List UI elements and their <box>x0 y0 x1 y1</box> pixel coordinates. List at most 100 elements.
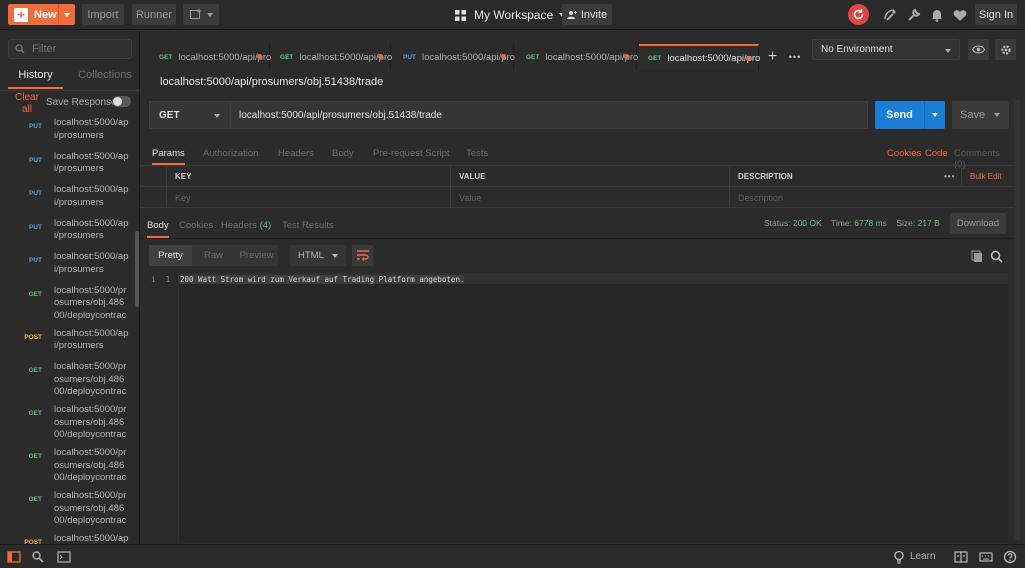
tab-options-button[interactable]: ••• <box>786 45 804 69</box>
code-link[interactable]: Code <box>925 148 948 159</box>
history-item-method: GET <box>28 410 42 417</box>
request-tab[interactable]: GET localhost:5000/api/pro <box>150 44 271 70</box>
keyboard-shortcuts-button[interactable] <box>979 550 993 564</box>
history-item[interactable]: GET localhost:5000/pr osumers/obj.486 00/… <box>0 403 134 446</box>
method-select[interactable]: GET <box>149 101 231 129</box>
tab-authorization[interactable]: Authorization <box>203 148 258 159</box>
tab-pre-request-script[interactable]: Pre-request Script <box>373 148 450 159</box>
status-value[interactable]: 200 OK <box>793 218 822 228</box>
history-item[interactable]: PUT localhost:5000/ap i/prosumers <box>0 150 134 184</box>
history-item-method: PUT <box>29 257 42 264</box>
two-pane-view-button[interactable] <box>954 550 968 564</box>
sidebar-icon <box>7 551 21 563</box>
settings-wrench-button[interactable] <box>906 7 922 23</box>
bulk-edit-link[interactable]: Bulk Edit <box>961 166 1016 187</box>
history-item[interactable]: GET localhost:5000/pr osumers/obj.486 00/… <box>0 489 134 532</box>
sidebar-scrollbar[interactable] <box>135 231 139 307</box>
filter-field[interactable] <box>8 39 132 59</box>
help-button[interactable] <box>1003 550 1017 564</box>
time-value[interactable]: 6778 ms <box>854 218 887 228</box>
history-item-method: PUT <box>29 223 42 231</box>
key-input[interactable]: Key <box>166 187 450 208</box>
search-response-button[interactable] <box>990 250 1003 263</box>
environment-quick-look-button[interactable] <box>968 39 989 60</box>
invite-button[interactable]: Invite <box>562 4 612 25</box>
workspace-switcher[interactable]: My Workspace <box>455 7 566 23</box>
import-button[interactable]: Import <box>82 4 124 25</box>
toggle-sidebar-button[interactable] <box>7 550 21 564</box>
console-button[interactable] <box>57 550 71 564</box>
tab-response-cookies[interactable]: Cookies <box>179 220 213 231</box>
bootcamp-button[interactable] <box>892 550 906 564</box>
tab-params[interactable]: Params <box>152 148 185 165</box>
environment-select[interactable]: No Environment <box>812 39 960 60</box>
learn-label[interactable]: Learn <box>910 551 936 562</box>
history-item[interactable]: GET localhost:5000/pr osumers/obj.486 00/… <box>0 446 134 489</box>
history-item[interactable]: PUT localhost:5000/ap i/prosumers <box>0 217 134 251</box>
tab-headers[interactable]: Headers <box>278 148 314 159</box>
history-item[interactable]: GET localhost:5000/pr osumers/obj.486 00/… <box>0 360 134 403</box>
request-tab[interactable]: GET localhost:5000/api/pro <box>639 44 760 70</box>
main-scrollbar[interactable] <box>1014 100 1020 540</box>
history-item[interactable]: PUT localhost:5000/ap i/prosumers <box>0 183 134 217</box>
history-item-url: localhost:5000/pr osumers/obj.486 00/dep… <box>54 490 127 526</box>
favorites-button[interactable] <box>952 7 968 23</box>
value-input[interactable]: Value <box>450 187 729 208</box>
send-button[interactable]: Send <box>875 101 945 129</box>
send-dropdown-toggle[interactable] <box>924 101 945 129</box>
cookies-link[interactable]: Cookies <box>887 148 921 159</box>
history-item-method: PUT <box>29 156 42 164</box>
find-replace-button[interactable] <box>31 550 45 564</box>
history-item[interactable]: POST localhost:5000/ap i/prosumers <box>0 327 134 361</box>
manage-environments-button[interactable] <box>995 39 1016 60</box>
sync-icon <box>853 9 864 20</box>
tab-body[interactable]: Body <box>332 148 354 159</box>
size-value[interactable]: 217 B <box>918 218 940 228</box>
toggle-knob <box>113 97 122 106</box>
new-button[interactable]: + New <box>8 4 75 25</box>
sync-button[interactable] <box>848 4 869 25</box>
save-responses-toggle[interactable] <box>112 96 131 107</box>
copy-button[interactable] <box>971 250 984 263</box>
notifications-button[interactable] <box>929 7 945 23</box>
response-view-switcher: Pretty Raw Preview <box>149 245 278 266</box>
lightbulb-icon <box>894 550 904 564</box>
tab-collections[interactable]: Collections <box>74 67 136 89</box>
request-tab[interactable]: GET localhost:5000/api/pro <box>271 44 392 70</box>
satellite-button[interactable] <box>882 7 898 23</box>
tab-tests[interactable]: Tests <box>466 148 488 159</box>
response-body-editor[interactable]: i 1 200 Watt Strom wird zum Verkauf auf … <box>150 273 1008 543</box>
params-more-button[interactable]: ••• <box>936 166 961 187</box>
tab-response-headers[interactable]: Headers (4) <box>221 220 271 231</box>
filter-input[interactable] <box>32 43 127 55</box>
new-tab-button[interactable]: + <box>762 45 783 69</box>
history-item[interactable]: PUT localhost:5000/ap i/prosumers <box>0 250 134 284</box>
sign-in-button[interactable]: Sign In <box>975 4 1017 25</box>
method-label: GET <box>159 109 180 121</box>
tab-history[interactable]: History <box>8 67 63 89</box>
clear-all-button[interactable]: Clear all <box>10 92 44 116</box>
description-input[interactable]: Description <box>729 187 1016 208</box>
save-button[interactable]: Save <box>952 101 1009 129</box>
wrap-lines-button[interactable] <box>352 245 373 266</box>
params-input-row: Key Value Description <box>141 187 1016 208</box>
tab-test-results[interactable]: Test Results <box>282 220 334 231</box>
tab-response-body[interactable]: Body <box>147 220 169 238</box>
editor-gutter: i 1 <box>150 273 179 543</box>
new-window-button[interactable] <box>183 4 219 25</box>
new-dropdown-toggle[interactable] <box>58 4 75 25</box>
format-select[interactable]: HTML <box>290 245 346 266</box>
history-item[interactable]: POST localhost:5000/ap i/prosumers <box>0 532 134 544</box>
view-raw[interactable]: Raw <box>192 245 235 266</box>
two-pane-icon <box>954 551 968 563</box>
request-tab[interactable]: PUT localhost:5000/api/pro <box>394 44 515 70</box>
history-item[interactable]: GET localhost:5000/pr osumers/obj.486 00/… <box>0 284 134 327</box>
runner-button[interactable]: Runner <box>132 4 176 25</box>
url-input[interactable] <box>239 109 859 121</box>
history-item[interactable]: PUT localhost:5000/ap i/prosumers <box>0 116 134 150</box>
url-field[interactable] <box>231 101 868 129</box>
view-preview[interactable]: Preview <box>235 245 278 266</box>
view-pretty[interactable]: Pretty <box>149 245 192 266</box>
download-button[interactable]: Download <box>950 213 1006 234</box>
request-tab[interactable]: GET localhost:5000/api/pro <box>517 44 638 70</box>
